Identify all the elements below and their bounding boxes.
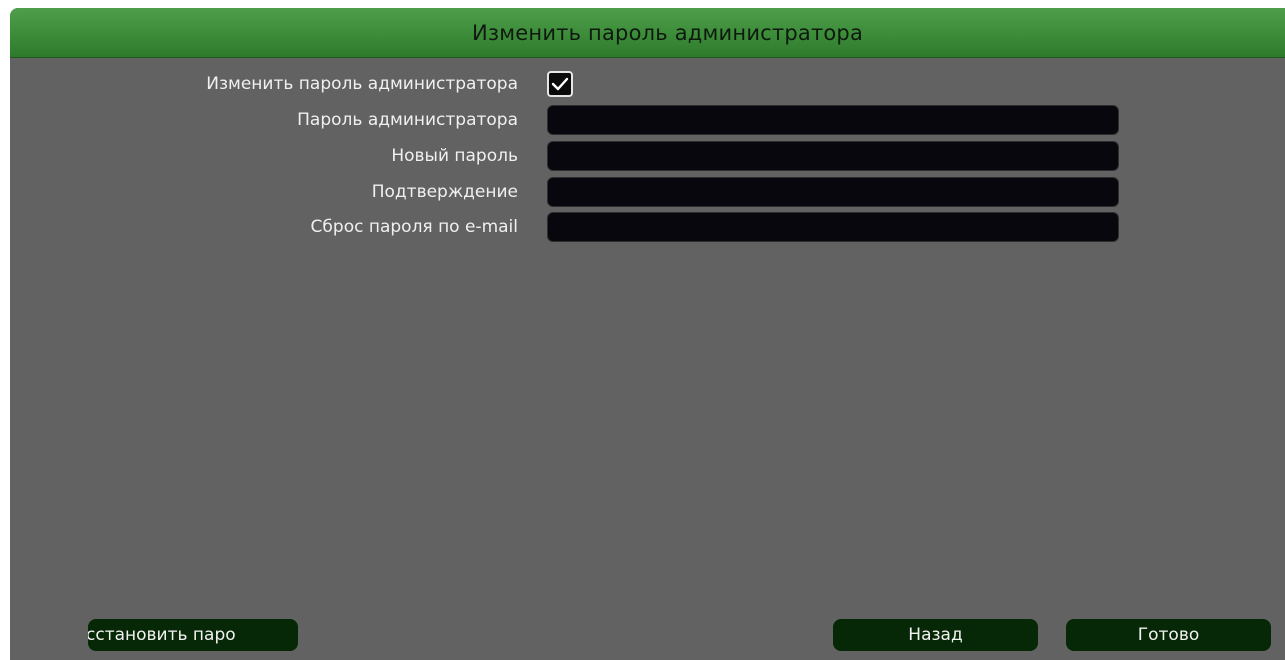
email-reset-row: Сброс пароля по e-mail <box>10 212 1285 242</box>
confirm-password-row: Подтверждение <box>10 177 1285 207</box>
back-button-label: Назад <box>908 625 963 645</box>
admin-password-row: Пароль администратора <box>10 105 1285 135</box>
admin-password-label: Пароль администратора <box>297 110 518 130</box>
dialog-title: Изменить пароль администратора <box>471 20 864 45</box>
new-password-row: Новый пароль <box>10 141 1285 171</box>
change-password-label: Изменить пароль администратора <box>206 74 518 94</box>
change-admin-password-dialog: Изменить пароль администратора Изменить … <box>10 8 1285 660</box>
done-button[interactable]: Готово <box>1066 619 1271 651</box>
email-reset-field[interactable] <box>547 212 1119 242</box>
change-password-row: Изменить пароль администратора <box>10 69 1285 99</box>
restore-password-button[interactable]: сстановить паро <box>88 619 298 651</box>
back-button[interactable]: Назад <box>833 619 1038 651</box>
confirm-password-field[interactable] <box>547 177 1119 207</box>
admin-password-field[interactable] <box>547 105 1119 135</box>
email-reset-label: Сброс пароля по e-mail <box>310 217 518 237</box>
dialog-titlebar: Изменить пароль администратора <box>10 8 1285 58</box>
new-password-field[interactable] <box>547 141 1119 171</box>
confirm-password-label: Подтверждение <box>371 182 518 202</box>
change-password-checkbox[interactable] <box>547 71 573 97</box>
new-password-label: Новый пароль <box>391 146 518 166</box>
restore-password-button-label: сстановить паро <box>88 625 236 645</box>
done-button-label: Готово <box>1137 625 1200 645</box>
checkmark-icon <box>551 77 569 91</box>
